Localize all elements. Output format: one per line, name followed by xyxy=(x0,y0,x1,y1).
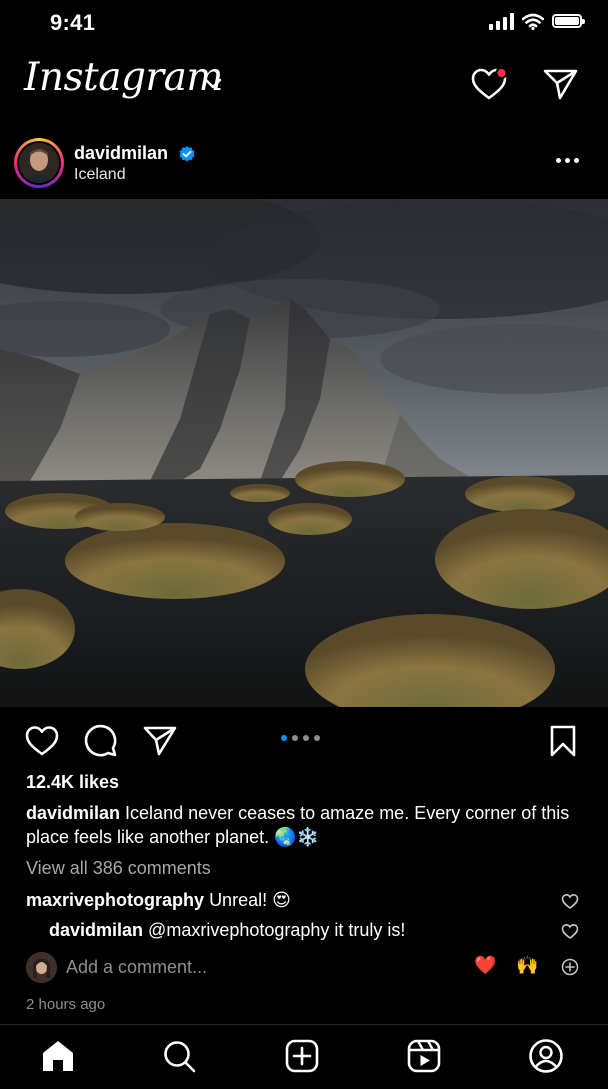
status-time: 9:41 xyxy=(50,10,96,35)
comment-like-heart-icon[interactable] xyxy=(561,923,579,940)
carousel-indicator xyxy=(281,735,320,741)
post-username[interactable]: davidmilan xyxy=(74,143,168,164)
status-icons xyxy=(489,12,585,30)
chevron-down-icon[interactable] xyxy=(204,78,222,90)
post-location[interactable]: Iceland xyxy=(74,166,126,184)
comment-row: davidmilan @maxrivephotography it truly … xyxy=(49,920,405,941)
comment-text: Unreal! 😍 xyxy=(209,890,291,910)
quick-reaction-hands[interactable]: 🙌 xyxy=(516,955,538,976)
notifications-heart-icon[interactable] xyxy=(470,66,508,102)
comment-username[interactable]: davidmilan xyxy=(49,920,143,940)
carousel-dot xyxy=(292,735,298,741)
carousel-dot xyxy=(281,735,287,741)
comment-text: @maxrivephotography it truly is! xyxy=(148,920,406,940)
instagram-logo[interactable]: Instagram xyxy=(24,55,223,100)
carousel-dot xyxy=(303,735,309,741)
bookmark-icon[interactable] xyxy=(548,724,578,758)
likes-count[interactable]: 12.4K likes xyxy=(26,772,119,793)
home-icon[interactable] xyxy=(40,1039,76,1073)
add-emoji-icon[interactable] xyxy=(561,958,579,976)
current-user-avatar xyxy=(26,952,57,983)
quick-reaction-heart[interactable]: ❤️ xyxy=(474,955,496,976)
share-send-icon[interactable] xyxy=(142,724,178,758)
caption-username[interactable]: davidmilan xyxy=(26,803,120,823)
comment-username[interactable]: maxrivephotography xyxy=(26,890,204,910)
verified-badge-icon xyxy=(179,146,195,162)
view-all-comments-link[interactable]: View all 386 comments xyxy=(26,858,211,879)
battery-icon xyxy=(552,14,585,28)
post-photo[interactable] xyxy=(0,199,608,707)
add-comment-input[interactable]: Add a comment... xyxy=(66,957,207,978)
post-timestamp: 2 hours ago xyxy=(26,996,106,1013)
like-heart-icon[interactable] xyxy=(24,724,60,758)
search-icon[interactable] xyxy=(161,1039,197,1073)
comment-row: maxrivephotography Unreal! 😍 xyxy=(26,890,291,911)
send-icon[interactable] xyxy=(542,66,580,102)
cellular-signal-icon xyxy=(489,12,514,30)
create-post-icon[interactable] xyxy=(284,1039,320,1073)
comment-like-heart-icon[interactable] xyxy=(561,893,579,910)
carousel-dot xyxy=(314,735,320,741)
comment-icon[interactable] xyxy=(84,724,118,758)
more-options-icon[interactable] xyxy=(556,158,579,163)
caption: davidmilan Iceland never ceases to amaze… xyxy=(26,801,586,849)
wifi-icon xyxy=(522,13,544,30)
reels-icon[interactable] xyxy=(406,1039,442,1073)
avatar[interactable] xyxy=(19,143,59,183)
profile-icon[interactable] xyxy=(528,1039,564,1073)
bottom-tab-bar xyxy=(0,1024,608,1089)
